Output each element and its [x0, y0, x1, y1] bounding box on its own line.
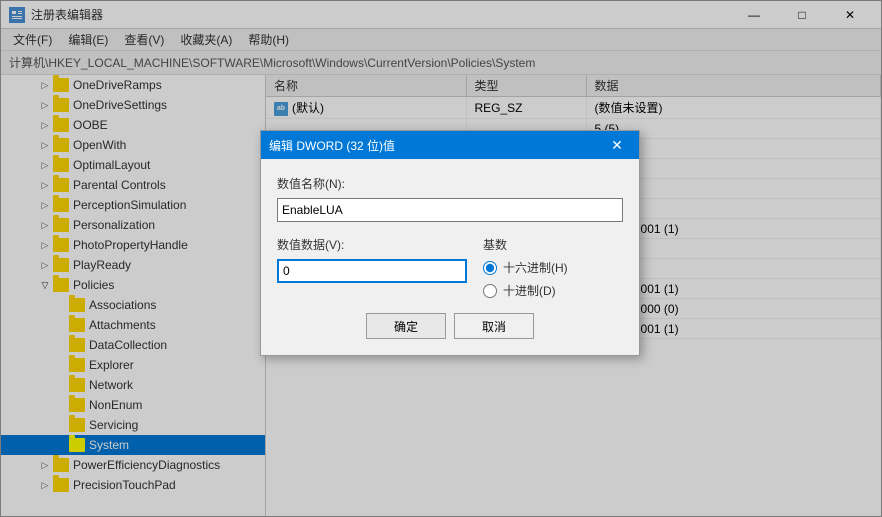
radio-dec-label: 十进制(D)	[503, 282, 556, 299]
radio-dec-input[interactable]	[483, 284, 497, 298]
dialog-title: 编辑 DWORD (32 位)值	[269, 137, 603, 154]
radio-dec[interactable]: 十进制(D)	[483, 282, 623, 299]
data-input[interactable]	[277, 259, 467, 283]
dialog-data-row: 数值数据(V): 基数 十六进制(H) 十进制(D)	[277, 236, 623, 299]
cancel-button[interactable]: 取消	[454, 313, 534, 339]
data-label: 数值数据(V):	[277, 236, 467, 253]
ok-button[interactable]: 确定	[366, 313, 446, 339]
radio-hex[interactable]: 十六进制(H)	[483, 259, 623, 276]
base-section: 基数 十六进制(H) 十进制(D)	[483, 236, 623, 299]
dialog-buttons: 确定 取消	[277, 313, 623, 339]
dialog-body: 数值名称(N): 数值数据(V): 基数 十六进制(H)	[261, 159, 639, 355]
name-label: 数值名称(N):	[277, 175, 623, 192]
dialog-close-button[interactable]: ✕	[603, 131, 631, 159]
modal-overlay: 编辑 DWORD (32 位)值 ✕ 数值名称(N): 数值数据(V): 基数	[0, 0, 882, 517]
data-section: 数值数据(V):	[277, 236, 467, 299]
dialog-title-bar: 编辑 DWORD (32 位)值 ✕	[261, 131, 639, 159]
edit-dword-dialog: 编辑 DWORD (32 位)值 ✕ 数值名称(N): 数值数据(V): 基数	[260, 130, 640, 356]
name-input[interactable]	[277, 198, 623, 222]
radio-group: 十六进制(H) 十进制(D)	[483, 259, 623, 299]
radio-hex-label: 十六进制(H)	[503, 259, 568, 276]
base-label: 基数	[483, 236, 623, 253]
radio-hex-input[interactable]	[483, 261, 497, 275]
